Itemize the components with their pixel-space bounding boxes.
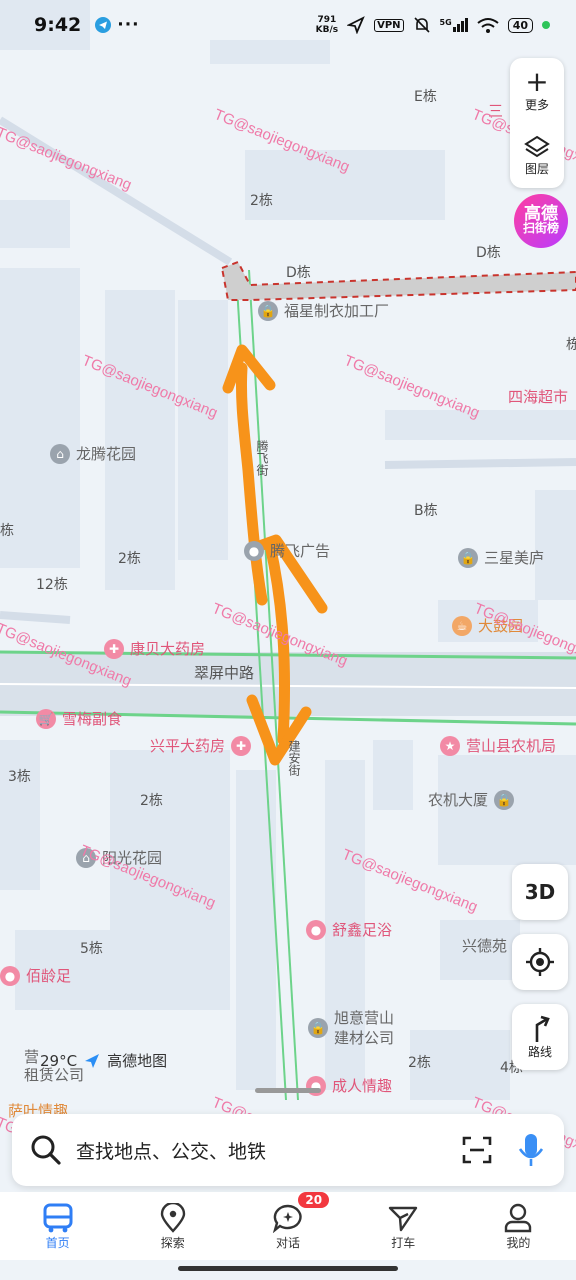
locate-button[interactable]	[512, 934, 568, 990]
poi-nongji-building[interactable]: 农机大厦 🔒	[428, 789, 515, 810]
road-name-tengfei: 腾飞街	[255, 440, 269, 476]
building-label: 2栋	[250, 193, 273, 209]
poi-sihai[interactable]: 四海超市	[508, 386, 568, 407]
poi-tengfei[interactable]: ● 腾飞广告	[244, 540, 330, 561]
building-label: 2栋	[408, 1055, 431, 1071]
user-icon	[505, 1203, 532, 1232]
tab-home[interactable]: 首页	[0, 1192, 115, 1260]
search-icon	[31, 1135, 61, 1165]
poi-kangbei[interactable]: ✚ 康贝大药房	[104, 638, 205, 659]
poi-xuyi[interactable]: 🔒 旭意营山 建材公司	[308, 1008, 394, 1048]
signal-icon: 5G	[440, 18, 468, 32]
poi-fuxing[interactable]: 🔒 福星制衣加工厂	[258, 300, 389, 321]
route-button[interactable]: 路线	[512, 1004, 568, 1070]
tab-taxi[interactable]: 打车	[346, 1192, 461, 1260]
poi-shuxin[interactable]: ● 舒鑫足浴	[306, 919, 392, 940]
building-label: B栋	[414, 503, 438, 519]
building-label: 栋	[0, 523, 14, 539]
temperature: 29°C	[40, 1051, 78, 1070]
building-label: 2栋	[118, 551, 141, 567]
building-label: 栋	[566, 337, 576, 353]
bus-icon	[43, 1203, 73, 1232]
building-label: E栋	[414, 89, 437, 105]
layers-button[interactable]: 图层	[510, 123, 564, 188]
location-pin-icon	[160, 1202, 185, 1233]
shop-icon: 🛒	[36, 708, 56, 729]
building-label: D栋	[286, 265, 311, 281]
taxi-arrow-icon	[389, 1206, 418, 1231]
lock-icon: 🔒	[308, 1018, 328, 1038]
tab-profile[interactable]: 我的	[461, 1192, 576, 1260]
food-icon: ☕	[452, 615, 472, 636]
weather-widget[interactable]: 29°C 高德地图	[40, 1050, 167, 1071]
building-label: D栋	[476, 245, 501, 261]
layers-icon	[524, 135, 550, 158]
vpn-icon: VPN	[374, 18, 404, 32]
search-input[interactable]: 查找地点、公交、地铁	[76, 1137, 462, 1164]
location-icon: ●	[244, 540, 264, 561]
plus-icon: +	[525, 65, 549, 98]
network-speed: 791 KB/s	[315, 15, 339, 35]
scan-icon[interactable]	[462, 1136, 492, 1164]
lock-icon: 🔒	[258, 300, 278, 321]
amap-logo-icon	[85, 1053, 100, 1068]
building-label: 5栋	[80, 941, 103, 957]
road-name-cuiping: 翠屏中路	[194, 664, 255, 682]
clock: 9:42	[34, 14, 82, 36]
sheet-handle[interactable]	[255, 1088, 321, 1093]
building-label: 3栋	[8, 769, 31, 785]
map-tools: + 更多 图层	[510, 58, 564, 188]
building-label: 12栋	[36, 577, 68, 593]
poi-longteng[interactable]: ⌂ 龙腾花园	[50, 443, 136, 464]
system-gesture-bar[interactable]	[178, 1266, 398, 1271]
lock-icon: 🔒	[494, 789, 515, 810]
poi-xingping[interactable]: 兴平大药房 ✚	[150, 735, 252, 756]
status-bar: 9:42 ··· 791 KB/s VPN 5G 40	[0, 0, 576, 50]
poi-nongji-bureau[interactable]: ★ 营山县农机局	[440, 735, 556, 756]
poi-xuemei[interactable]: 🛒 雪梅副食	[36, 708, 122, 729]
location-arrow-icon	[347, 16, 365, 34]
tab-explore[interactable]: 探索	[115, 1192, 230, 1260]
telegram-icon	[95, 17, 112, 33]
3d-toggle-button[interactable]: 3D	[512, 864, 568, 920]
pharmacy-icon: ✚	[231, 735, 252, 756]
poi-peiling[interactable]: ● 佰龄足	[0, 965, 71, 986]
mute-bell-icon	[413, 17, 430, 33]
chat-bubble-icon	[272, 1204, 302, 1233]
spa-icon: ●	[0, 965, 20, 986]
tab-chat[interactable]: 20 对话	[230, 1192, 345, 1260]
voice-mic-icon[interactable]	[516, 1132, 546, 1168]
home-icon: ⌂	[50, 443, 70, 464]
crosshair-icon	[526, 948, 554, 976]
route-arrow-icon	[535, 1015, 550, 1042]
poi-xingde[interactable]: 兴德苑	[462, 935, 507, 956]
lock-icon: 🔒	[458, 547, 478, 568]
privacy-indicator-dot	[542, 21, 550, 29]
more-notifications-icon: ···	[117, 15, 140, 35]
wifi-icon	[477, 18, 499, 33]
spa-icon: ●	[306, 919, 326, 940]
notification-badge: 20	[298, 1192, 330, 1208]
battery-icon: 40	[507, 17, 533, 33]
scan-street-ranking-button[interactable]: 高德 扫街榜	[514, 194, 568, 248]
road-name-jianan: 建安街	[287, 740, 301, 776]
government-icon: ★	[440, 735, 460, 756]
poi-sanxing[interactable]: 🔒 三星美庐	[458, 547, 544, 568]
more-button[interactable]: + 更多	[510, 58, 564, 123]
brand-label: 高德地图	[107, 1052, 168, 1070]
building-label: 2栋	[140, 793, 163, 809]
search-bar[interactable]: 查找地点、公交、地铁	[12, 1114, 564, 1186]
bottom-tab-bar: 首页 探索 20 对话 打车 我的	[0, 1192, 576, 1260]
pharmacy-icon: ✚	[104, 638, 124, 659]
